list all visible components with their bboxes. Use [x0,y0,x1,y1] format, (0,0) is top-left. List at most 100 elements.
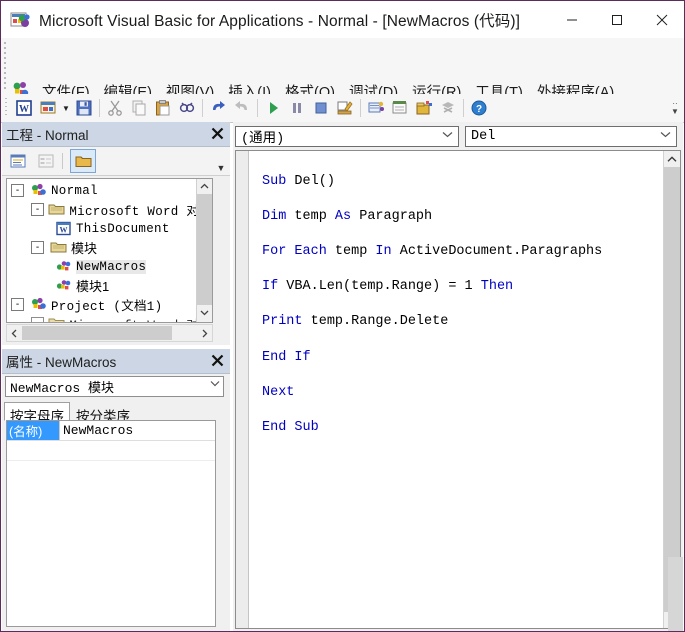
tree-item-thisdocument[interactable]: W ThisDocument [7,219,212,238]
code-margin-indicator-bar[interactable] [236,151,249,628]
find-icon[interactable] [175,96,199,120]
minimize-button[interactable] [549,1,594,38]
project-panel-toolbar: ▼ [2,147,230,176]
chevron-down-icon[interactable] [210,380,220,390]
tree-label-project-doc1: Project (文档1) [51,300,163,314]
design-mode-icon[interactable] [333,96,357,120]
object-browser-icon[interactable] [412,96,436,120]
tab-alphabetic[interactable]: 按字母序 [4,402,70,424]
code-scrollbar-thumb[interactable] [664,167,680,612]
toolbar-overflow-button[interactable]: ·· ▼ [668,95,682,121]
properties-panel-close-icon[interactable] [206,350,228,371]
stop-icon[interactable] [309,96,333,120]
maximize-button[interactable] [594,1,639,38]
word-doc-icon: W [55,221,73,237]
folder-icon [48,316,66,322]
workspace-vertical-scrollbar[interactable] [668,557,683,631]
tree-item-normal[interactable]: - Normal [7,181,212,200]
tree-item-word-objects[interactable]: - Microsoft Word 对象 [7,200,212,219]
tree-expander-word-objects[interactable]: - [31,203,44,216]
code-token: ActiveDocument.Paragraphs [391,243,603,259]
properties-window-icon[interactable] [388,96,412,120]
code-token: temp.Range.Delete [302,314,449,330]
tree-item-newmacros[interactable]: NewMacros [7,257,212,276]
toolbar-grip[interactable] [5,98,9,118]
folder-icon [48,202,66,218]
folder-icon [50,240,68,256]
properties-row-name-value[interactable]: NewMacros [59,421,215,440]
code-line: Next [262,384,602,402]
pause-icon[interactable] [285,96,309,120]
tree-label-modules-folder: 模块 [71,241,98,256]
tree-item-module1[interactable]: 模块1 [7,276,212,295]
code-line: If VBA.Len(temp.Range) = 1 Then [262,278,602,296]
save-icon[interactable] [72,96,96,120]
tree-expander-normal[interactable]: - [11,184,24,197]
tree-scroll-left-icon[interactable] [7,326,22,340]
tree-item-modules-folder[interactable]: - 模块 [7,238,212,257]
view-word-icon[interactable]: W [12,96,36,120]
tree-expander-modules[interactable]: - [31,241,44,254]
properties-panel-titlebar[interactable]: 属性 - NewMacros [2,349,230,374]
code-token: Paragraph [351,208,433,224]
tree-label-module1: 模块1 [76,279,110,294]
redo-icon[interactable] [230,96,254,120]
tree-item-word-objects-2[interactable]: - Microsoft Word 对象 [7,314,212,322]
tree-label-normal: Normal [51,183,98,198]
project-tree-horizontal-scrollbar[interactable] [6,324,213,342]
code-object-combo-value: (通用) [241,131,285,147]
paste-icon[interactable] [151,96,175,120]
tree-item-project-doc1[interactable]: - Project (文档1) [7,295,212,314]
run-icon[interactable] [261,96,285,120]
help-icon[interactable]: ? [467,96,491,120]
tree-expander-word-objects-2[interactable]: - [31,317,44,322]
properties-grid[interactable]: (名称) NewMacros [6,420,216,627]
toolbox-icon[interactable] [436,96,460,120]
close-button[interactable] [639,1,684,38]
project-icon [30,183,48,199]
tree-scroll-up-icon[interactable] [197,179,212,194]
project-toolbar-overflow[interactable]: ▼ [214,149,228,173]
project-panel-close-icon[interactable] [206,123,228,144]
properties-object-combo[interactable]: NewMacros 模块 [5,376,224,397]
tree-label-newmacros: NewMacros [76,259,147,274]
code-token: Dim [262,208,287,224]
code-procedure-combo[interactable]: Del [465,125,677,147]
tab-categorized[interactable]: 按分类序 [70,402,136,424]
project-tree[interactable]: - Normal - Microsoft Word 对象 W ThisDocum… [6,178,213,323]
undo-icon[interactable] [206,96,230,120]
view-code-icon[interactable] [6,150,30,172]
properties-row-name[interactable]: (名称) NewMacros [7,421,215,441]
insert-dropdown-arrow[interactable]: ▼ [60,96,72,120]
code-window-combos: (通用) Del [235,124,681,148]
insert-userform-icon[interactable] [36,96,60,120]
tree-scrollbar-thumb[interactable] [197,194,212,305]
chevron-down-icon[interactable] [442,131,453,141]
project-panel-titlebar[interactable]: 工程 - Normal [2,122,230,147]
view-object-icon[interactable] [34,150,58,172]
code-object-combo[interactable]: (通用) [235,125,459,147]
menu-grip[interactable] [4,42,7,90]
tree-scroll-right-icon[interactable] [197,326,212,340]
copy-icon[interactable] [127,96,151,120]
tree-label-word-objects: Microsoft Word 对象 [69,205,212,219]
code-token: Next [262,384,295,400]
code-token: Sub [262,173,287,189]
tree-expander-project-doc1[interactable]: - [11,298,24,311]
toolbar-separator-1 [99,99,100,117]
properties-panel: 属性 - NewMacros NewMacros 模块 按字母序 按分类序 (名… [2,349,230,631]
code-token: temp [286,208,335,224]
cut-icon[interactable] [103,96,127,120]
project-icon [30,297,48,313]
tree-hscrollbar-thumb[interactable] [22,326,172,340]
project-explorer-icon[interactable] [364,96,388,120]
code-scroll-up-icon[interactable] [664,151,680,167]
toggle-folders-icon[interactable] [70,149,96,173]
svg-text:W: W [19,104,29,115]
project-panel-title: 工程 - Normal [6,128,89,143]
tree-scroll-down-icon[interactable] [197,305,212,320]
chevron-down-icon[interactable] [660,131,671,141]
project-tree-vertical-scrollbar[interactable] [196,179,212,322]
code-editor[interactable]: Sub Del() Dim temp As Paragraph For Each… [235,150,681,629]
code-text-content[interactable]: Sub Del() Dim temp As Paragraph For Each… [262,155,602,472]
